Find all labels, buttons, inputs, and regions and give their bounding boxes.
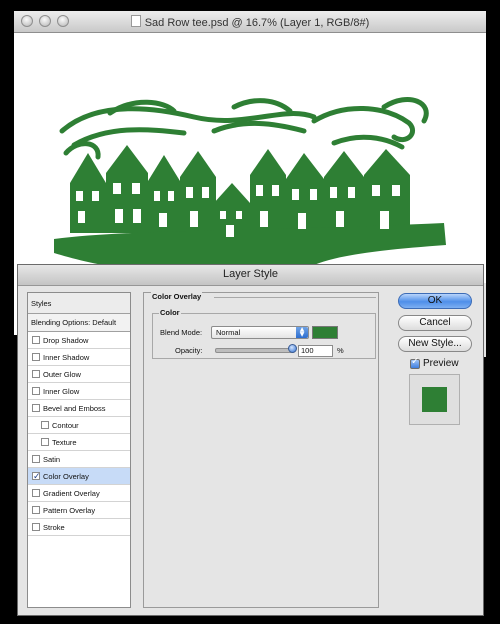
layer-style-dialog: Layer Style Styles Blending Options: Def… — [17, 264, 484, 616]
style-checkbox[interactable] — [32, 353, 40, 361]
document-title: Sad Row tee.psd @ 16.7% (Layer 1, RGB/8#… — [14, 15, 486, 29]
group-title: Color Overlay — [151, 292, 203, 301]
style-checkbox[interactable] — [32, 336, 40, 344]
style-item-texture[interactable]: Texture — [28, 434, 130, 451]
blend-mode-label: Blend Mode: — [160, 328, 203, 337]
subgroup-title: Color — [159, 308, 181, 317]
style-item-label: Satin — [43, 455, 61, 464]
style-item-gradient-overlay[interactable]: Gradient Overlay — [28, 485, 130, 502]
dialog-title: Layer Style — [222, 268, 279, 280]
style-checkbox[interactable] — [41, 421, 49, 429]
styles-list: Styles Blending Options: Default Drop Sh… — [27, 292, 131, 608]
document-titlebar[interactable]: Sad Row tee.psd @ 16.7% (Layer 1, RGB/8#… — [14, 11, 486, 33]
preview-swatch — [422, 387, 447, 412]
style-preview — [409, 374, 460, 425]
cancel-button[interactable]: Cancel — [398, 315, 472, 331]
style-item-label: Texture — [52, 438, 77, 447]
style-item-contour[interactable]: Contour — [28, 417, 130, 434]
document-title-text: Sad Row tee.psd @ 16.7% (Layer 1, RGB/8#… — [144, 17, 370, 29]
style-item-label: Color Overlay — [43, 472, 89, 481]
blend-mode-select[interactable]: Normal ▲ ▼ — [211, 326, 309, 339]
opacity-label: Opacity: — [175, 346, 203, 355]
style-item-label: Inner Shadow — [43, 353, 90, 362]
file-icon — [130, 15, 141, 27]
style-item-drop-shadow[interactable]: Drop Shadow — [28, 332, 130, 349]
opacity-input[interactable]: 100 — [298, 345, 333, 357]
style-item-label: Drop Shadow — [43, 336, 89, 345]
preview-label: Preview — [423, 358, 459, 369]
style-checkbox[interactable] — [32, 489, 40, 497]
style-checkbox-checked[interactable] — [32, 469, 41, 486]
updown-arrows-icon: ▲ ▼ — [296, 327, 308, 338]
blend-mode-value: Normal — [216, 328, 241, 337]
style-item-pattern-overlay[interactable]: Pattern Overlay — [28, 502, 130, 519]
style-item-outer-glow[interactable]: Outer Glow — [28, 366, 130, 383]
style-item-color-overlay[interactable]: Color Overlay — [28, 468, 130, 486]
style-item-label: Gradient Overlay — [43, 489, 100, 498]
dialog-titlebar[interactable]: Layer Style — [18, 265, 483, 286]
color-overlay-panel: Color Overlay Color Blend Mode: Normal ▲… — [143, 292, 379, 608]
ok-button[interactable]: OK — [398, 293, 472, 309]
style-checkbox[interactable] — [32, 455, 40, 463]
style-item-inner-shadow[interactable]: Inner Shadow — [28, 349, 130, 366]
preview-checkbox[interactable] — [410, 356, 420, 369]
overlay-color-swatch[interactable] — [312, 326, 338, 339]
style-item-satin[interactable]: Satin — [28, 451, 130, 468]
style-checkbox[interactable] — [32, 370, 40, 378]
color-subgroup: Color Blend Mode: Normal ▲ ▼ Opacity: 100… — [152, 308, 376, 359]
style-item-label: Contour — [52, 421, 79, 430]
style-checkbox[interactable] — [32, 506, 40, 514]
new-style-button[interactable]: New Style... — [398, 336, 472, 352]
style-item-label: Inner Glow — [43, 387, 80, 396]
opacity-slider[interactable] — [215, 348, 295, 353]
style-checkbox[interactable] — [41, 438, 49, 446]
opacity-slider-knob[interactable] — [288, 344, 297, 353]
style-item-bevel-and-emboss[interactable]: Bevel and Emboss — [28, 400, 130, 417]
style-item-label: Bevel and Emboss — [43, 404, 106, 413]
styles-header[interactable]: Styles — [28, 293, 130, 314]
style-item-label: Outer Glow — [43, 370, 81, 379]
style-item-stroke[interactable]: Stroke — [28, 519, 130, 536]
style-checkbox[interactable] — [32, 387, 40, 395]
style-item-label: Stroke — [43, 523, 65, 532]
group-divider — [214, 297, 376, 298]
blending-options-item[interactable]: Blending Options: Default — [28, 314, 130, 332]
opacity-unit: % — [337, 346, 344, 355]
style-item-label: Pattern Overlay — [43, 506, 96, 515]
style-item-inner-glow[interactable]: Inner Glow — [28, 383, 130, 400]
style-checkbox[interactable] — [32, 523, 40, 531]
style-checkbox[interactable] — [32, 404, 40, 412]
